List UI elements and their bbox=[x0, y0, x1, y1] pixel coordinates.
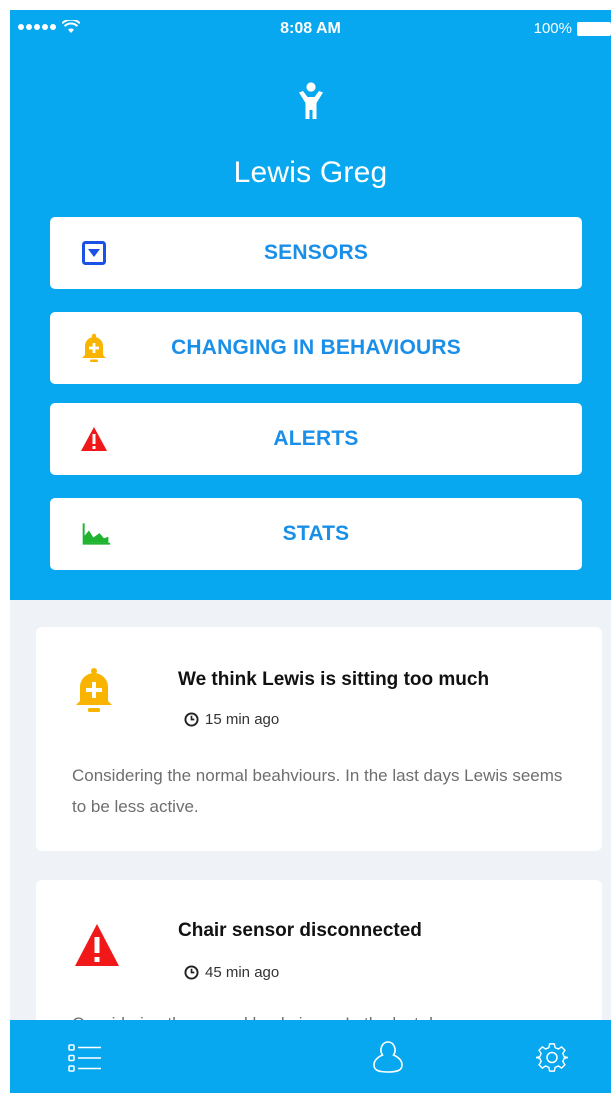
feed-time-text: 15 min ago bbox=[205, 711, 280, 728]
sensor-box-icon bbox=[79, 239, 109, 267]
stats-label: STATS bbox=[282, 522, 350, 545]
clock-icon bbox=[184, 965, 199, 980]
tab-bar bbox=[10, 1020, 611, 1093]
list-icon[interactable] bbox=[68, 1042, 102, 1074]
battery-percentage: 100% bbox=[533, 20, 572, 37]
sensors-button[interactable]: SENSORS bbox=[50, 217, 582, 289]
profile-icon[interactable] bbox=[372, 1040, 404, 1074]
feed-title: We think Lewis is sitting too much bbox=[178, 669, 490, 690]
feed-time-text: 45 min ago bbox=[205, 964, 280, 981]
feed-time: 45 min ago bbox=[184, 964, 279, 981]
status-time: 8:08 AM bbox=[280, 20, 341, 37]
profile-name: Lewis Greg bbox=[233, 156, 388, 189]
profile-header: 8:08 AM 100% Lewis Greg SENSORS CHANGING… bbox=[10, 10, 611, 600]
stats-button[interactable]: STATS bbox=[50, 498, 582, 570]
feed-title: Chair sensor disconnected bbox=[178, 920, 422, 941]
app-screen: 8:08 AM 100% Lewis Greg SENSORS CHANGING… bbox=[10, 10, 611, 1093]
area-chart-icon bbox=[81, 520, 111, 548]
bell-plus-icon bbox=[79, 333, 109, 362]
battery-area: 100% bbox=[534, 20, 611, 37]
battery-icon bbox=[577, 21, 611, 36]
feed-card[interactable]: We think Lewis is sitting too much 15 mi… bbox=[36, 627, 602, 851]
changing-in-behaviours-label: CHANGING IN BEHAVIOURS bbox=[171, 336, 461, 359]
feed-time: 15 min ago bbox=[184, 711, 279, 728]
alerts-label: ALERTS bbox=[273, 427, 359, 450]
settings-gear-icon[interactable] bbox=[536, 1042, 568, 1074]
alerts-button[interactable]: ALERTS bbox=[50, 403, 582, 475]
warning-triangle-icon bbox=[75, 924, 119, 966]
sensors-label: SENSORS bbox=[263, 241, 369, 264]
status-bar: 8:08 AM 100% bbox=[10, 10, 611, 54]
bell-plus-icon bbox=[76, 668, 112, 712]
feed-body: Considering the normal beahviours. In th… bbox=[72, 766, 563, 816]
warning-triangle-icon bbox=[79, 425, 109, 453]
changing-in-behaviours-button[interactable]: CHANGING IN BEHAVIOURS bbox=[50, 312, 582, 384]
clock-icon bbox=[184, 712, 199, 727]
person-icon bbox=[299, 82, 323, 119]
